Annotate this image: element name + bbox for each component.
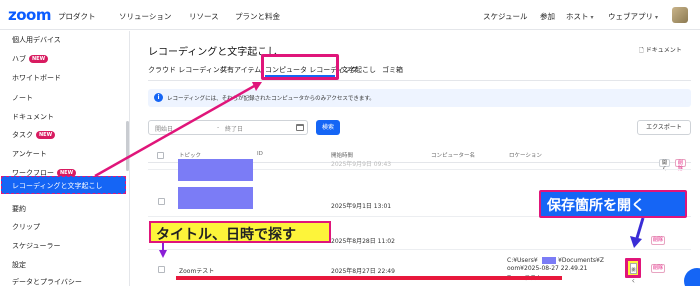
row-location-line: ¥Documents¥Z <box>558 257 604 264</box>
tab-transcripts[interactable]: 文字起こし <box>341 65 376 75</box>
info-banner: i レコーディングには、それらが記録されたコンピュータからのみアクセスできます。 <box>148 89 691 107</box>
nav-webapp[interactable]: ウェブアプリ ▾ <box>608 11 658 22</box>
sidebar-item-summary[interactable]: 要約 <box>12 204 26 214</box>
sidebar-item-notes[interactable]: ノート <box>12 93 33 103</box>
delete-button[interactable]: 削除 <box>651 264 665 273</box>
chevron-down-icon: ▾ <box>655 14 659 21</box>
redacted-topic <box>178 187 253 209</box>
tab-trash[interactable]: ゴミ箱 <box>382 65 403 75</box>
tab-shared-items[interactable]: 共有アイテム <box>220 65 261 75</box>
redacted-username <box>542 257 556 264</box>
open-button[interactable]: 開く <box>659 159 670 172</box>
sidebar-item-clips[interactable]: クリップ <box>12 222 40 232</box>
search-hint-callout: タイトル、日時で探す <box>149 221 331 243</box>
nav-join[interactable]: 参加 <box>540 11 555 22</box>
sidebar-item-personal-devices[interactable]: 個人用デバイス <box>12 35 61 45</box>
end-date-placeholder: 終了日 <box>225 126 244 133</box>
row-checkbox[interactable] <box>158 198 165 205</box>
sidebar-item-docs[interactable]: ドキュメント <box>12 112 54 122</box>
column-location: ロケーション <box>509 153 542 159</box>
page-title: レコーディングと文字起こし <box>148 47 278 58</box>
row-start-time: 2025年9月1日 13:01 <box>331 203 392 210</box>
column-id: ID <box>257 151 263 157</box>
tab-divider <box>148 80 691 81</box>
sidebar-item-surveys[interactable]: アンケート <box>12 149 47 159</box>
row-location-line: oom¥2025-08-27 22.49.21 <box>507 265 588 272</box>
nav-solutions[interactable]: ソリューション <box>119 11 171 22</box>
sidebar: 個人用デバイス ハブ NEW ホワイトボード ノート ドキュメント タスク NEW … <box>0 31 130 286</box>
column-topic: トピック <box>179 153 202 159</box>
row-start-time: 2025年8月28日 11:02 <box>331 238 395 245</box>
info-icon: i <box>154 93 163 102</box>
sidebar-item-hub[interactable]: ハブ NEW <box>12 54 49 64</box>
sidebar-item-privacy[interactable]: データとプライバシー <box>12 277 82 286</box>
tab-highlight-annotation <box>261 54 339 80</box>
row-topic[interactable]: Zoomテスト <box>179 266 214 275</box>
main-content: レコーディングと文字起こし 🗋 ドキュメント クラウド レコーディング 共有アイ… <box>131 31 700 286</box>
open-location-callout: 保存箇所を開く <box>539 190 687 218</box>
tab-cloud-recording[interactable]: クラウド レコーディング <box>148 65 227 75</box>
delete-button[interactable]: 削除 <box>651 236 665 245</box>
new-badge: NEW <box>29 55 49 63</box>
open-button[interactable]: 開く <box>630 263 637 283</box>
redacted-topic <box>178 159 253 181</box>
select-all-checkbox[interactable] <box>157 152 164 159</box>
start-date-placeholder: 開始日 <box>155 126 174 133</box>
new-badge: NEW <box>36 131 56 139</box>
nav-products[interactable]: プロダクト <box>58 11 96 22</box>
export-button[interactable]: エクスポート <box>637 120 691 135</box>
top-nav: zoom プロダクト ソリューション リソース プランと料金 スケジュール 参加… <box>0 0 700 30</box>
search-button[interactable]: 検索 <box>316 120 340 135</box>
row-location-line: C:¥Users¥ <box>507 257 538 264</box>
document-icon: 🗋 <box>639 47 644 54</box>
column-start-time: 開始時間 <box>331 153 354 159</box>
nav-schedule[interactable]: スケジュール <box>483 11 527 22</box>
chevron-down-icon: ▾ <box>590 14 594 21</box>
row-start-time: 2025年9月9日 09:43 <box>331 161 392 168</box>
row-start-time: 2025年8月27日 22:49 <box>331 268 395 275</box>
zoom-logo[interactable]: zoom <box>8 6 51 24</box>
sidebar-item-recordings[interactable]: レコーディングと文字起こし <box>1 176 126 194</box>
sidebar-item-scheduler[interactable]: スケジューラー <box>12 241 61 251</box>
calendar-icon <box>296 124 304 131</box>
sidebar-item-tasks[interactable]: タスク NEW <box>12 130 56 140</box>
row-divider <box>148 249 691 250</box>
row-checkbox[interactable] <box>158 266 165 273</box>
nav-pricing[interactable]: プランと料金 <box>235 11 280 22</box>
sidebar-scrollbar[interactable] <box>126 121 129 171</box>
open-button-highlight[interactable]: 開く <box>625 258 641 283</box>
date-separator: - <box>217 124 220 131</box>
nav-resources[interactable]: リソース <box>189 11 219 22</box>
date-range-picker[interactable]: 開始日 - 終了日 <box>148 120 308 135</box>
avatar[interactable] <box>672 7 688 23</box>
documents-link[interactable]: 🗋 ドキュメント <box>639 45 682 56</box>
nav-host[interactable]: ホスト ▾ <box>566 11 594 22</box>
column-computer-name: コンピューター名 <box>431 153 476 159</box>
info-text: レコーディングには、それらが記録されたコンピュータからのみアクセスできます。 <box>167 96 375 102</box>
delete-button[interactable]: 削除 <box>675 159 686 172</box>
sidebar-item-whiteboard[interactable]: ホワイトボード <box>12 73 61 83</box>
sidebar-item-settings[interactable]: 設定 <box>12 260 26 270</box>
row-highlight-underline <box>176 276 562 280</box>
